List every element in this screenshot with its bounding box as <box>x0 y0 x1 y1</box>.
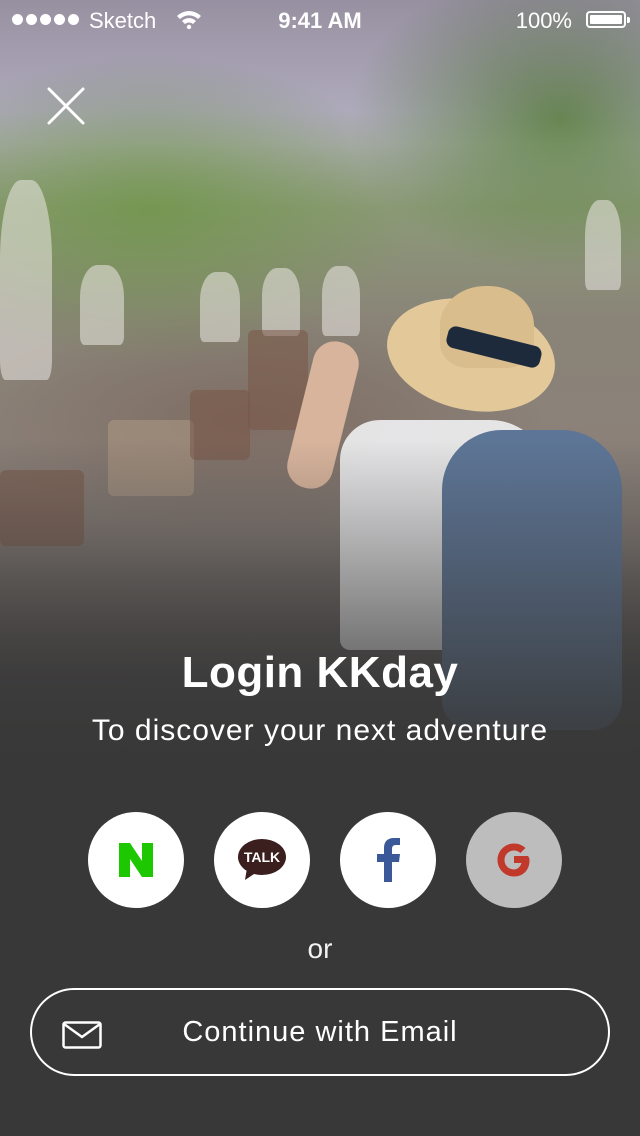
status-bar: Sketch 9:41 AM 100% <box>0 0 640 40</box>
email-button-label: Continue with Email <box>182 1016 458 1048</box>
page-title: Login KKday <box>181 648 459 697</box>
facebook-login-button[interactable] <box>340 812 436 908</box>
kakao-talk-label: TALK <box>244 849 280 865</box>
kakao-login-button[interactable]: TALK <box>214 812 310 908</box>
or-divider: or <box>307 933 333 964</box>
battery-percent: 100% <box>515 8 572 33</box>
naver-icon <box>119 843 153 877</box>
continue-with-email-button[interactable]: Continue with Email <box>30 988 610 1076</box>
facebook-icon <box>377 838 400 882</box>
google-login-button[interactable] <box>466 812 562 908</box>
page-subtitle: To discover your next adventure <box>91 714 549 747</box>
google-icon <box>497 843 530 877</box>
social-login-row: TALK <box>88 812 562 908</box>
close-icon <box>47 87 85 125</box>
kakao-talk-icon: TALK <box>238 839 286 880</box>
close-button[interactable] <box>44 84 88 128</box>
naver-login-button[interactable] <box>88 812 184 908</box>
battery-icon <box>586 11 630 28</box>
